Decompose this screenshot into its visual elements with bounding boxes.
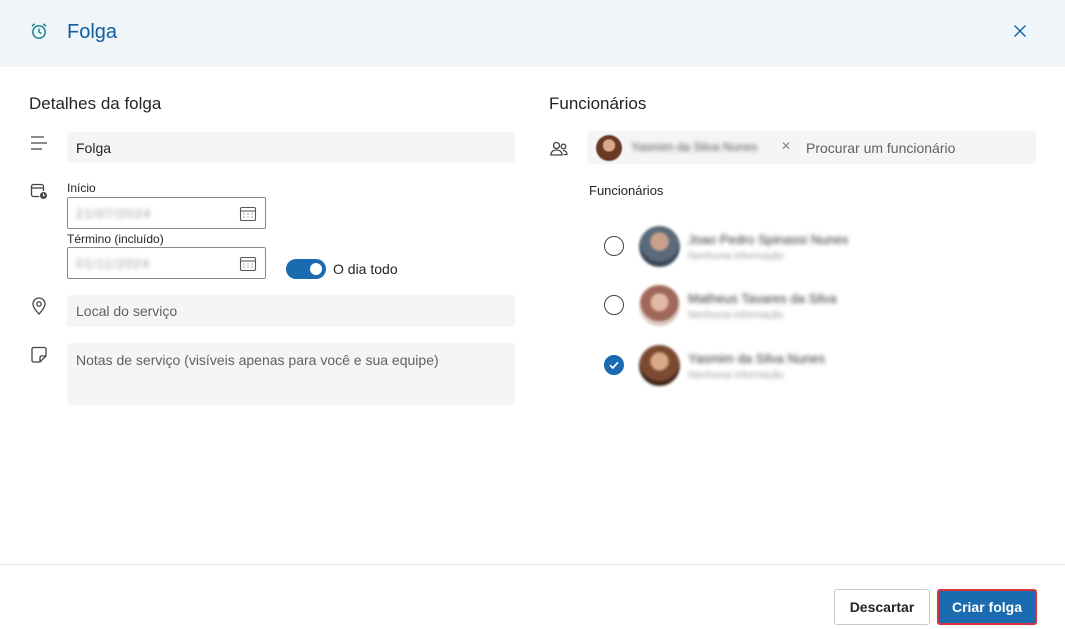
end-date-input[interactable]: 01/11/2024: [67, 247, 266, 279]
employee-name: Yasmim da Silva Nunes: [688, 351, 826, 366]
employee-radio[interactable]: [604, 295, 624, 315]
employee-name: Joao Pedro Spinassi Nunes: [688, 232, 849, 247]
employee-subtitle: Nenhuma informação: [688, 310, 784, 321]
toggle-knob: [310, 263, 322, 275]
start-date-value: 21/07/2024: [76, 205, 152, 221]
all-day-toggle[interactable]: [286, 259, 326, 279]
employee-picker[interactable]: Yasmim da Silva Nunes ✕ Procurar um func…: [587, 131, 1036, 164]
all-day-label: O dia todo: [333, 261, 398, 277]
selected-employee-chip: Yasmim da Silva Nunes: [631, 140, 758, 154]
start-date-input[interactable]: 21/07/2024: [67, 197, 266, 229]
location-pin-icon: [32, 297, 46, 315]
avatar: [639, 285, 680, 326]
close-icon[interactable]: [1010, 21, 1030, 41]
discard-button[interactable]: Descartar: [834, 589, 930, 625]
location-input[interactable]: Local do serviço: [67, 295, 515, 327]
employee-search-input[interactable]: Procurar um funcionário: [806, 140, 955, 156]
dialog-header: Folga: [0, 0, 1065, 67]
employee-radio[interactable]: [604, 355, 624, 375]
checkmark-icon: [609, 361, 619, 370]
employee-subtitle: Nenhuma informação: [688, 370, 784, 381]
alarm-clock-icon: [31, 23, 47, 39]
text-lines-icon: [31, 136, 47, 150]
employee-name: Matheus Tavares da Silva: [688, 291, 837, 306]
list-item[interactable]: Yasmim da Silva Nunes Nenhuma informação: [600, 345, 1040, 389]
footer-divider: [0, 564, 1065, 565]
details-section-title: Detalhes da folga: [29, 94, 162, 113]
people-icon: [550, 141, 568, 156]
avatar: [596, 135, 622, 161]
list-item[interactable]: Joao Pedro Spinassi Nunes Nenhuma inform…: [600, 226, 1040, 270]
end-date-value: 01/11/2024: [76, 255, 151, 271]
note-icon: [31, 346, 47, 363]
end-label: Término (incluído): [67, 232, 164, 246]
notes-textarea[interactable]: Notas de serviço (visíveis apenas para v…: [67, 343, 515, 405]
avatar: [639, 345, 680, 386]
employees-list-label: Funcionários: [589, 183, 664, 198]
calendar-icon[interactable]: [239, 255, 257, 273]
list-item[interactable]: Matheus Tavares da Silva Nenhuma informa…: [600, 285, 1040, 329]
title-input[interactable]: Folga: [67, 132, 515, 163]
remove-chip-icon[interactable]: ✕: [781, 139, 791, 153]
avatar: [639, 226, 680, 267]
create-time-off-button[interactable]: Criar folga: [937, 589, 1037, 625]
employee-subtitle: Nenhuma informação: [688, 251, 784, 262]
start-label: Início: [67, 181, 96, 195]
calendar-icon[interactable]: [239, 205, 257, 223]
calendar-clock-icon: [30, 183, 48, 200]
employees-section-title: Funcionários: [549, 94, 647, 113]
employee-radio[interactable]: [604, 236, 624, 256]
dialog-title: Folga: [67, 21, 118, 43]
